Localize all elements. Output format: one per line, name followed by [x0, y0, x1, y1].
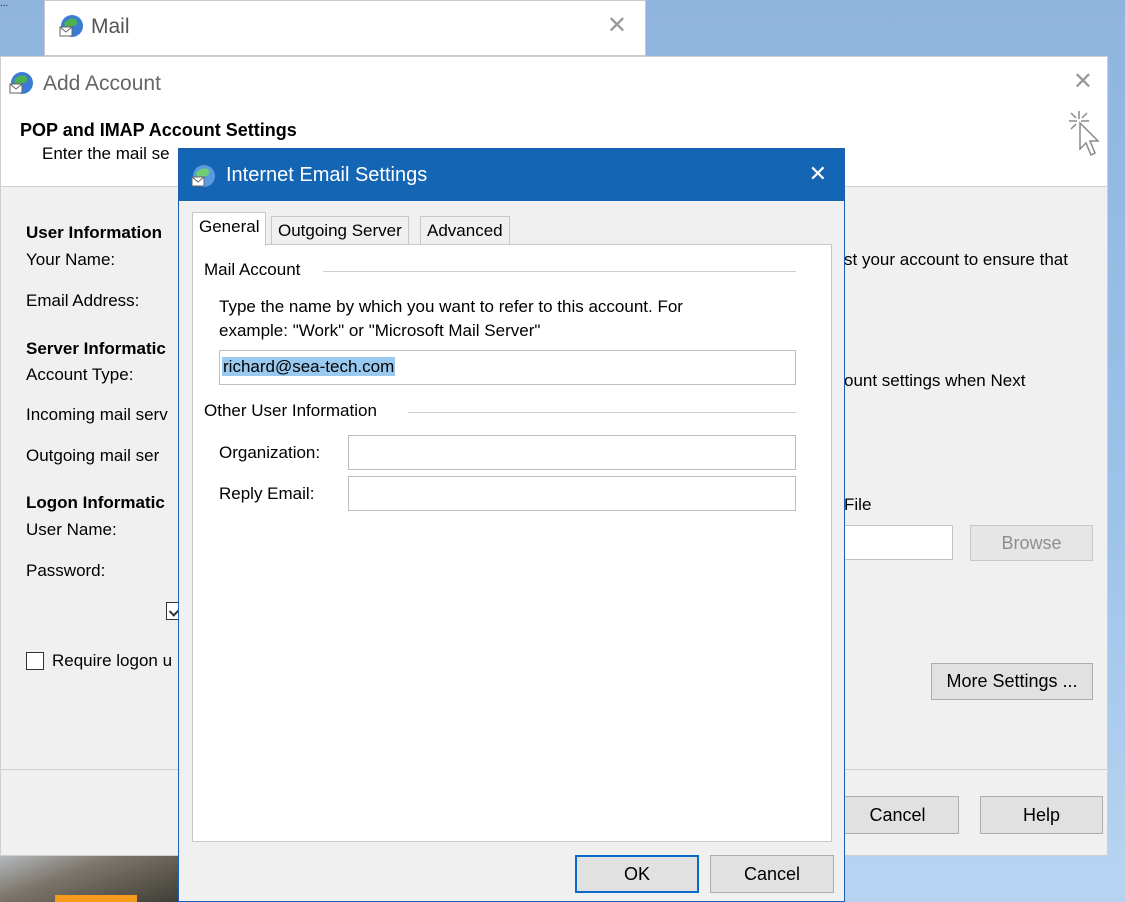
ies-title: Internet Email Settings: [226, 164, 428, 186]
ok-button[interactable]: OK: [575, 855, 699, 893]
mail-account-group-label: Mail Account: [204, 260, 307, 280]
browse-button[interactable]: Browse: [970, 525, 1093, 561]
tab-advanced[interactable]: Advanced: [420, 216, 510, 246]
add-account-titlebar: Add Account ✕: [1, 57, 1107, 109]
account-type-label: Account Type:: [26, 365, 134, 384]
password-label: Password:: [26, 561, 106, 580]
incoming-server-label: Incoming mail serv: [26, 405, 168, 424]
organization-label: Organization:: [219, 443, 321, 462]
account-name-example: example: "Work" or "Microsoft Mail Serve…: [219, 321, 541, 340]
more-settings-button[interactable]: More Settings ...: [931, 663, 1093, 700]
reply-email-input[interactable]: [348, 476, 796, 511]
internet-email-settings-dialog: Internet Email Settings ✕ General Outgoi…: [178, 148, 845, 902]
outgoing-server-label: Outgoing mail ser: [26, 446, 160, 465]
server-information-heading: Server Informatic: [26, 339, 166, 358]
page-heading: POP and IMAP Account Settings: [20, 120, 297, 140]
account-name-description: Type the name by which you want to refer…: [219, 297, 683, 316]
desktop-wallpaper-right: [840, 860, 1125, 902]
email-address-label: Email Address:: [26, 291, 140, 310]
ies-cancel-button[interactable]: Cancel: [710, 855, 834, 893]
add-account-title: Add Account: [43, 72, 161, 95]
mail-app-icon: [59, 13, 85, 44]
tab-outgoing-server[interactable]: Outgoing Server: [271, 216, 409, 246]
ies-close-icon[interactable]: ✕: [809, 161, 827, 187]
data-file-label: File: [844, 495, 872, 514]
desktop-corner-text: ...: [0, 0, 9, 9]
help-button[interactable]: Help: [980, 796, 1103, 834]
mail-window-title: Mail: [91, 15, 130, 38]
busy-cursor-icon: [1065, 109, 1103, 166]
add-account-close-icon[interactable]: ✕: [1073, 67, 1093, 96]
logon-information-heading: Logon Informatic: [26, 493, 165, 512]
account-settings-text: ount settings when Next: [844, 371, 1026, 390]
require-logon-checkbox[interactable]: [26, 652, 44, 670]
reply-email-label: Reply Email:: [219, 484, 315, 503]
page-subheading: Enter the mail se: [42, 144, 170, 163]
test-account-text: st your account to ensure that: [844, 250, 1068, 269]
cancel-button[interactable]: Cancel: [836, 796, 959, 834]
account-name-input[interactable]: richard@sea-tech.com: [219, 350, 796, 385]
account-name-value: richard@sea-tech.com: [222, 357, 396, 376]
your-name-label: Your Name:: [26, 250, 116, 269]
ies-titlebar: Internet Email Settings ✕: [179, 149, 844, 201]
other-user-info-group-line: [408, 412, 796, 413]
user-information-heading: User Information: [26, 223, 163, 242]
data-file-path-input[interactable]: [839, 525, 953, 560]
mail-close-icon[interactable]: ✕: [607, 11, 627, 40]
general-tab-panel: Mail Account Type the name by which you …: [192, 244, 832, 842]
taskbar-accent: [55, 895, 137, 902]
require-logon-label: Require logon u: [52, 651, 173, 670]
mail-account-group-line: [323, 271, 796, 272]
other-user-info-group-label: Other User Information: [204, 401, 383, 421]
user-name-label: User Name:: [26, 520, 117, 539]
tab-general[interactable]: General: [192, 212, 267, 246]
organization-input[interactable]: [348, 435, 796, 470]
add-account-app-icon: [9, 70, 35, 101]
ies-app-icon: [191, 163, 217, 194]
mail-window: Mail ✕: [44, 0, 646, 56]
